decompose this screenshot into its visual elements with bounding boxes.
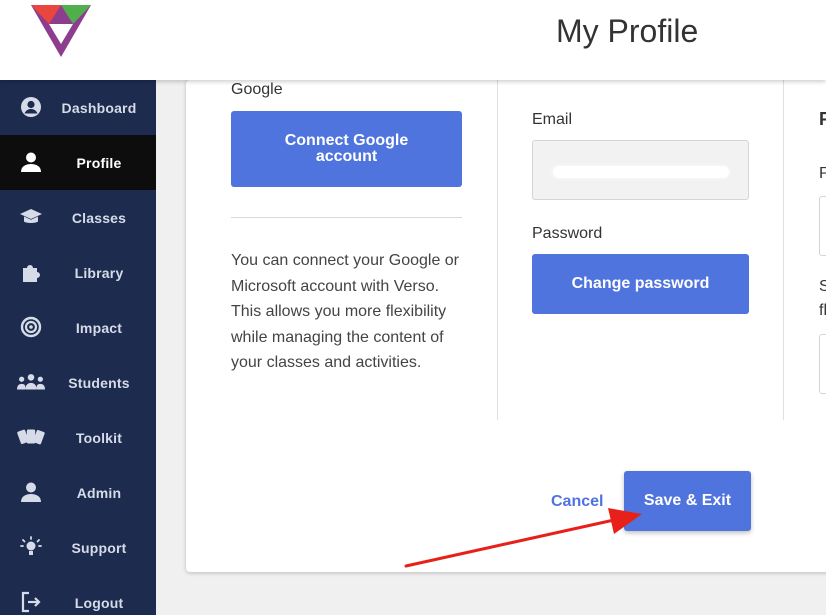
right-column-field[interactable]	[819, 334, 826, 394]
sidebar-item-admin[interactable]: Admin	[0, 465, 156, 520]
sidebar-item-impact[interactable]: Impact	[0, 300, 156, 355]
email-label: Email	[532, 111, 573, 128]
puzzle-icon	[17, 258, 45, 286]
top-bar: My Profile	[0, 0, 826, 80]
connect-description: You can connect your Google or Microsoft…	[231, 252, 460, 372]
user-circle-icon	[17, 93, 45, 121]
redacted-email	[553, 166, 729, 178]
right-column-label: S	[819, 278, 826, 295]
sidebar-item-classes[interactable]: Classes	[0, 190, 156, 245]
sidebar-item-label: Profile	[76, 154, 122, 171]
right-column-heading: P	[819, 109, 826, 129]
connect-google-button[interactable]: Connect Google account	[231, 111, 462, 187]
cards-icon	[17, 423, 45, 451]
sidebar-item-profile[interactable]: Profile	[0, 135, 156, 190]
logout-icon	[17, 588, 45, 615]
section-divider	[231, 217, 462, 218]
sidebar-item-logout[interactable]: Logout	[0, 575, 156, 615]
sidebar: Dashboard Profile Classes Library Impact…	[0, 80, 156, 615]
email-field[interactable]	[532, 140, 749, 200]
right-column-field[interactable]	[819, 196, 826, 256]
verso-logo[interactable]	[28, 2, 94, 60]
sidebar-item-label: Library	[74, 264, 124, 281]
lightbulb-icon	[17, 533, 45, 561]
sidebar-item-students[interactable]: Students	[0, 355, 156, 410]
sidebar-item-label: Classes	[71, 209, 127, 226]
annotation-arrow	[404, 508, 642, 568]
page-title: My Profile	[556, 13, 699, 49]
users-icon	[17, 368, 45, 396]
right-column-label: fl	[819, 302, 826, 319]
user-icon	[17, 148, 45, 176]
user-icon	[17, 478, 45, 506]
sidebar-item-label: Impact	[75, 319, 123, 336]
column-divider	[783, 80, 784, 420]
sidebar-item-library[interactable]: Library	[0, 245, 156, 300]
graduation-cap-icon	[17, 203, 45, 231]
sidebar-item-label: Toolkit	[75, 429, 123, 446]
change-password-button[interactable]: Change password	[532, 254, 749, 314]
sidebar-item-toolkit[interactable]: Toolkit	[0, 410, 156, 465]
target-icon	[17, 313, 45, 341]
password-label: Password	[532, 225, 603, 242]
right-column-label: P	[819, 165, 826, 182]
sidebar-item-label: Support	[71, 539, 127, 556]
column-divider	[497, 80, 498, 420]
sidebar-item-label: Dashboard	[61, 99, 137, 116]
sidebar-item-support[interactable]: Support	[0, 520, 156, 575]
sidebar-item-dashboard[interactable]: Dashboard	[0, 80, 156, 135]
sidebar-item-label: Admin	[76, 484, 122, 501]
profile-card: Google Connect Google account You can co…	[186, 80, 826, 572]
sidebar-item-label: Students	[68, 374, 130, 391]
sidebar-item-label: Logout	[74, 594, 124, 611]
google-section-label: Google	[231, 81, 283, 98]
